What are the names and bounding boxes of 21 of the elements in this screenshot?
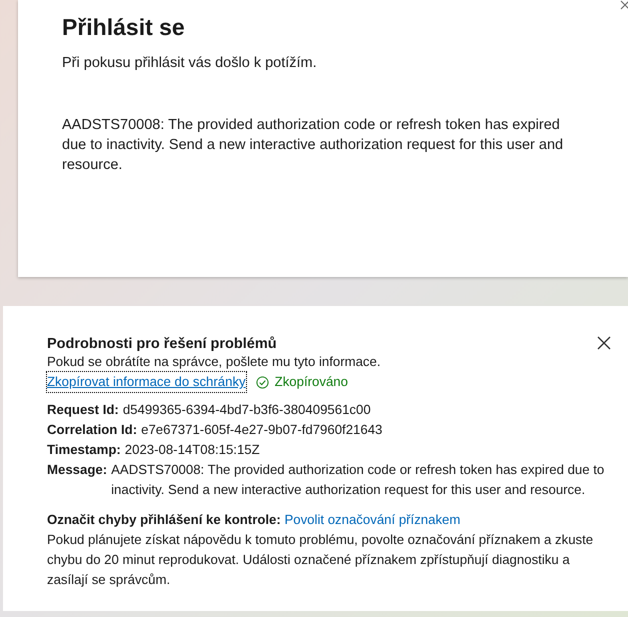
- field-value: d5499365-6394-4bd7-b3f6-380409561c00: [122, 401, 371, 419]
- field-label: Timestamp:: [47, 441, 121, 459]
- page-title: Přihlásit se: [62, 14, 186, 41]
- close-icon[interactable]: [620, 0, 628, 10]
- copy-link[interactable]: Zkopírovat informace do schránky: [47, 372, 246, 392]
- panel-hint: Pokud se obrátíte na správce, pošlete mu tyto informace.: [47, 353, 382, 371]
- error-message: AADSTS70008: The provided authorization code or refresh token has expired due to inactivity. Send a new interactive authorization request for this user and resource.: [62, 116, 564, 175]
- field-label: Message:: [47, 461, 108, 479]
- field-label: Request Id:: [47, 401, 119, 419]
- field-label: Correlation Id:: [47, 421, 138, 439]
- copied-status: Zkopírováno: [274, 373, 348, 391]
- error-summary: Při pokusu přihlásit vás došlo k potížím.: [62, 55, 318, 71]
- close-icon[interactable]: [597, 336, 611, 350]
- flag-description: Pokud plánujete získat nápovědu k tomuto problému, povolte označování příznakem a zkuste chybu do 20 minut reprodukovat. Události označené příznakem zpřístupňují diagnostiku a zasílají se správcům.: [47, 531, 594, 589]
- field-value: 2023-08-14T08:15:15Z: [124, 441, 260, 459]
- check-circle-icon: [256, 376, 269, 388]
- flag-label: Označit chyby přihlášení ke kontrole:: [47, 512, 281, 527]
- field-value: e7e67371-605f-4e27-9b07-fd7960f21643: [141, 421, 382, 439]
- field-value: AADSTS70008: The provided authorization code or refresh token has expired due to inactivity. Send a new interactive authorization request for this user and resource.: [111, 461, 606, 499]
- enable-flagging-link[interactable]: Povolit označování příznakem: [284, 512, 460, 527]
- panel-title: Podrobnosti pro řešení problémů: [47, 336, 277, 352]
